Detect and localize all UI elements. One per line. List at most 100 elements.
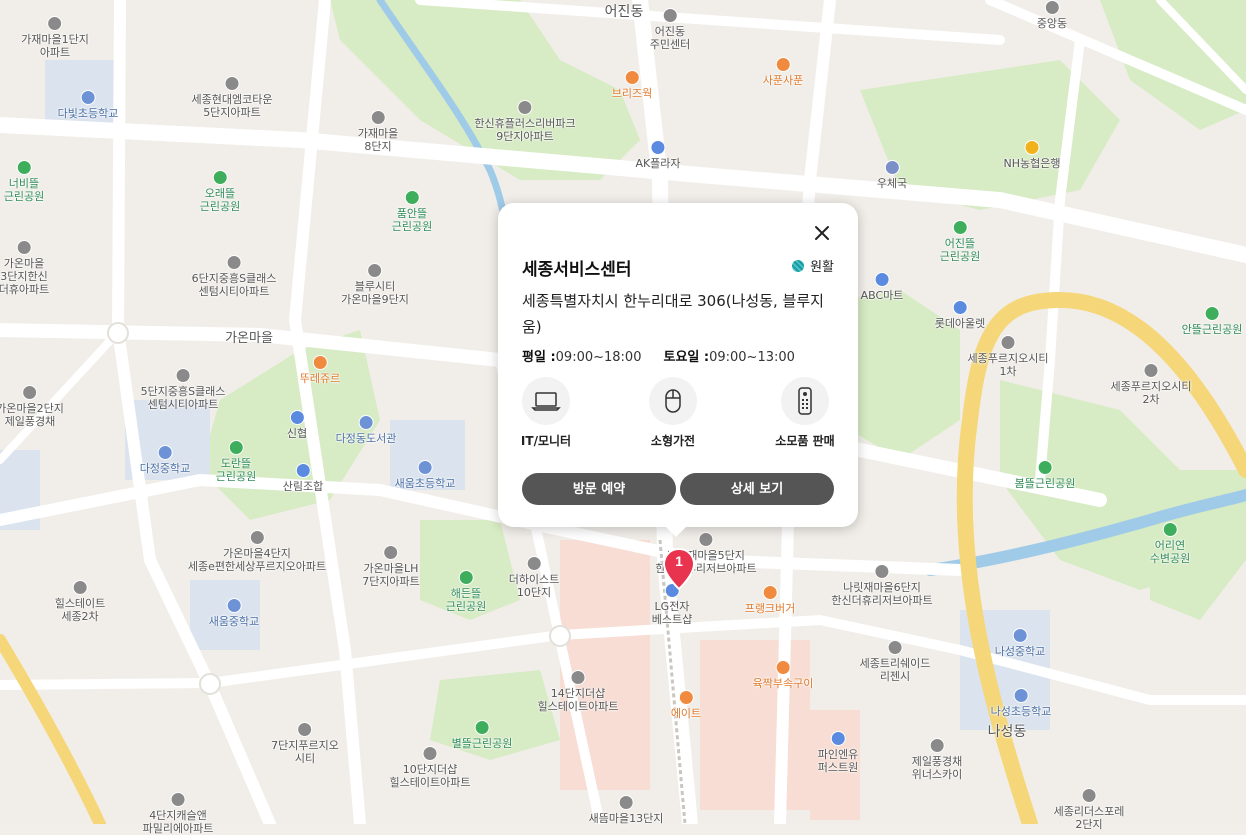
map-place-apt[interactable]: 가온마을LH 7단지아파트	[362, 545, 420, 588]
map-place-park[interactable]: 봄뜰근린공원	[1014, 460, 1076, 490]
park-icon	[228, 440, 244, 455]
map-place-apt[interactable]: 세종푸르지오시티 2차	[1111, 363, 1191, 406]
close-icon	[815, 226, 829, 240]
saturday-label: 토요일 :	[663, 350, 710, 365]
place-name: 해든뜰 근린공원	[445, 587, 487, 613]
map-place-bank[interactable]: NH농협은행	[1004, 140, 1060, 170]
map-place-school[interactable]: 새움초등학교	[395, 460, 455, 490]
visit-reservation-button[interactable]: 방문 예약	[522, 473, 676, 505]
map-place-school[interactable]: 새움중학교	[209, 598, 259, 628]
place-name: 우체국	[876, 177, 908, 190]
map-place-food[interactable]: 브리즈웍	[612, 70, 652, 100]
map-place-apt[interactable]: 새뜸마을13단지	[589, 795, 663, 825]
place-name: 7단지푸르지오 시티	[271, 739, 339, 765]
park-icon	[1037, 460, 1053, 475]
map-place-apt[interactable]: 중앙동	[1037, 0, 1067, 30]
map-place-school[interactable]: 다빛초등학교	[58, 90, 118, 120]
map-place-apt[interactable]: 5단지중흥S클래스 센텀시티아파트	[141, 368, 225, 411]
map-place-apt[interactable]: 어진동 주민센터	[650, 8, 690, 51]
map-place-apt[interactable]: 가온마을 3단지한신 더휴아파트	[0, 240, 49, 296]
place-name: 뚜레쥬르	[299, 372, 341, 385]
shop-icon	[830, 731, 846, 746]
apt-icon	[297, 722, 313, 737]
place-name: 육짝부속구이	[752, 677, 814, 690]
map-place-apt[interactable]: 세종리더스포레 2단지	[1053, 788, 1125, 831]
map-place-apt[interactable]: 제일풍경채 위너스카이	[912, 738, 962, 781]
map-place-shop[interactable]: 신협	[287, 410, 307, 440]
map-place-park[interactable]: 어리연 수변공원	[1150, 522, 1190, 565]
map-place-shop[interactable]: ABC마트	[861, 272, 903, 302]
map-place-park[interactable]: 어진뜰 근린공원	[940, 220, 980, 263]
map-place-apt[interactable]: 가재마을 8단지	[358, 110, 398, 153]
map-place-school[interactable]: 나성중학교	[994, 628, 1046, 658]
place-name: 안뜰근린공원	[1181, 323, 1243, 336]
place-name: 세종리더스포레 2단지	[1053, 805, 1125, 831]
place-name: 가온마을 3단지한신 더휴아파트	[0, 257, 50, 296]
map-place-park[interactable]: 너비뜰 근린공원	[4, 160, 44, 203]
map-place-school[interactable]: 나성초등학교	[991, 688, 1051, 718]
apt-icon	[874, 564, 890, 579]
saturday-hours: 09:00~13:00	[709, 350, 795, 365]
map-place-school[interactable]: 다정중학교	[140, 445, 190, 475]
map-place-apt[interactable]: 10단지더샵 힐스테이트아파트	[390, 746, 470, 789]
place-name: 봄뜰근린공원	[1014, 477, 1076, 490]
map-place-apt[interactable]: 더하이스트 10단지	[509, 556, 559, 599]
map-place-apt[interactable]: 나릿재마을6단지 한신더휴리저브아파트	[831, 564, 933, 607]
map-place-shop[interactable]: 롯데아울렛	[935, 300, 985, 330]
map-place-park[interactable]: 도란뜰 근린공원	[216, 440, 256, 483]
map-place-school[interactable]: 다정동도서관	[335, 415, 397, 445]
map-place-park[interactable]: 해든뜰 근린공원	[446, 570, 486, 613]
map-place-apt[interactable]: 세종푸르지오시티 1차	[968, 335, 1048, 378]
map-place-food[interactable]: 프랭크버거	[744, 585, 796, 615]
mouse-icon	[649, 377, 697, 425]
food-icon	[678, 690, 694, 705]
location-marker[interactable]: 1	[662, 548, 696, 590]
place-name: 어진뜰 근린공원	[939, 237, 981, 263]
place-name: 가온마을4단지 세종e편한세상푸르지오아파트	[187, 547, 327, 573]
apt-icon	[47, 16, 63, 31]
map-place-apt[interactable]: 블루시티 가온마을9단지	[341, 263, 409, 306]
place-name: 나성중학교	[994, 645, 1046, 658]
place-name: 힐스테이트 세종2차	[54, 597, 106, 623]
apt-icon	[698, 532, 714, 547]
map-place-apt[interactable]: 14단지더샵 힐스테이트아파트	[538, 670, 618, 713]
map-place-shop[interactable]: 산림조합	[283, 463, 323, 493]
service-it-monitor: IT/모니터	[506, 377, 586, 449]
map-place-apt[interactable]: 세종트리쉐이드 리젠시	[860, 640, 930, 683]
map-place-apt[interactable]: 가온마을2단지 제일풍경채	[0, 385, 64, 428]
place-name: 프랭크버거	[744, 602, 796, 615]
view-details-button[interactable]: 상세 보기	[680, 473, 834, 505]
place-name: 나릿재마을6단지 한신더휴리저브아파트	[831, 581, 933, 607]
map-place-food[interactable]: 사푼사푼	[763, 57, 803, 87]
map-place-park[interactable]: 오래뜰 근린공원	[200, 170, 240, 213]
map-place-post[interactable]: 우체국	[877, 160, 907, 190]
map-place-apt[interactable]: 6단지중흥S클래스 센텀시티아파트	[192, 255, 276, 298]
map-place-apt[interactable]: 세종현대엠코타운 5단지아파트	[192, 76, 272, 119]
school-icon	[157, 445, 173, 460]
map-place-apt[interactable]: 4단지캐슬앤 파밀리에아파트	[143, 792, 213, 835]
map-place-food[interactable]: 에이트	[671, 690, 701, 720]
place-name: LG전자 베스트샵	[651, 600, 693, 626]
business-hours: 평일 :09:00~18:00 토요일 :09:00~13:00	[522, 346, 795, 365]
map-place-apt[interactable]: 가재마을1단지 아파트	[21, 16, 89, 59]
map-place-shop[interactable]: 파인엔유 퍼스트원	[818, 731, 858, 774]
map-place-apt[interactable]: 힐스테이트 세종2차	[54, 580, 106, 623]
map-place-shop[interactable]: AK플라자	[635, 140, 681, 170]
map-place-park[interactable]: 품안뜰 근린공원	[392, 190, 432, 233]
close-button[interactable]	[810, 221, 834, 245]
place-name: 도란뜰 근린공원	[215, 457, 257, 483]
shop-icon	[289, 410, 305, 425]
map-place-apt[interactable]: 한신휴플러스리버파크 9단지아파트	[474, 100, 576, 143]
food-icon	[762, 585, 778, 600]
place-name: 다정동도서관	[335, 432, 397, 445]
map-place-apt[interactable]: 가온마을4단지 세종e편한세상푸르지오아파트	[188, 530, 326, 573]
apt-icon	[1000, 335, 1016, 350]
school-icon	[80, 90, 96, 105]
place-name: AK플라자	[635, 157, 681, 170]
apt-icon	[1044, 0, 1060, 15]
map-place-food[interactable]: 뚜레쥬르	[300, 355, 340, 385]
map-place-food[interactable]: 육짝부속구이	[752, 660, 814, 690]
map-place-apt[interactable]: 7단지푸르지오 시티	[271, 722, 339, 765]
place-name: 산림조합	[282, 480, 324, 493]
map-place-park[interactable]: 안뜰근린공원	[1181, 306, 1243, 336]
